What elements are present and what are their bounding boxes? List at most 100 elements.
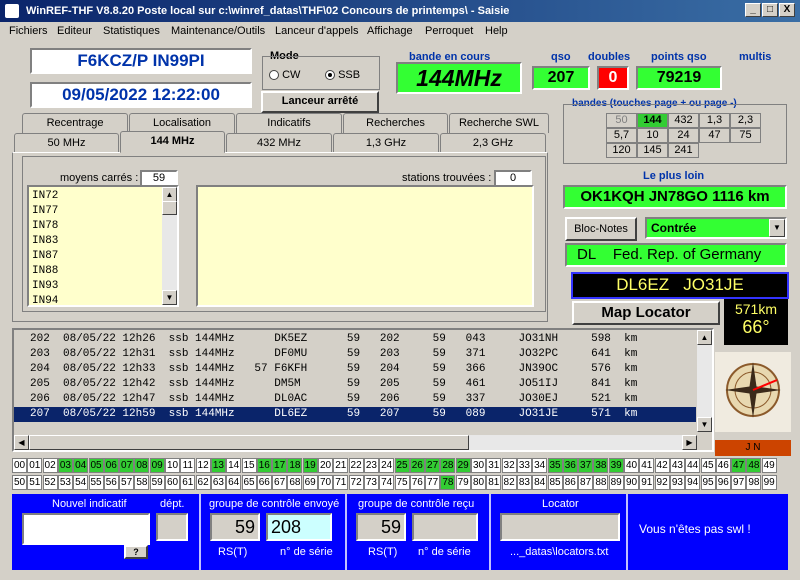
tab-recherches[interactable]: Recherches xyxy=(343,113,448,133)
square-item[interactable]: IN78 xyxy=(32,219,174,234)
number-cell[interactable]: 06 xyxy=(103,458,119,473)
square-item[interactable]: IN83 xyxy=(32,234,174,249)
number-cell[interactable]: 30 xyxy=(471,458,486,473)
log-vscroll[interactable]: ▲ ▼ xyxy=(697,330,712,432)
band-241[interactable]: 241 xyxy=(668,143,699,158)
band-50[interactable]: 50 xyxy=(606,113,637,128)
scroll-left-icon[interactable]: ◀ xyxy=(14,435,29,450)
number-cell[interactable]: 80 xyxy=(471,475,486,490)
band-120[interactable]: 120 xyxy=(606,143,637,158)
squares-scrollbar[interactable]: ▲ ▼ xyxy=(162,187,177,305)
band-1-3[interactable]: 1,3 xyxy=(699,113,730,128)
menu-editeur[interactable]: Editeur xyxy=(57,25,92,37)
number-cell[interactable]: 17 xyxy=(272,458,288,473)
number-cell[interactable]: 36 xyxy=(562,458,578,473)
number-cell[interactable]: 45 xyxy=(700,458,716,473)
tab-indicatifs[interactable]: Indicatifs xyxy=(236,113,342,133)
number-cell[interactable]: 21 xyxy=(333,458,349,473)
help-button[interactable]: ? xyxy=(124,545,148,559)
number-cell[interactable]: 10 xyxy=(165,458,180,473)
number-cell[interactable]: 32 xyxy=(501,458,517,473)
number-cell[interactable]: 11 xyxy=(180,458,196,473)
number-cell[interactable]: 47 xyxy=(731,458,747,473)
number-cell[interactable]: 82 xyxy=(501,475,517,490)
number-cell[interactable]: 43 xyxy=(669,458,685,473)
number-cell[interactable]: 41 xyxy=(639,458,655,473)
number-cell[interactable]: 81 xyxy=(486,475,502,490)
number-cell[interactable]: 85 xyxy=(547,475,563,490)
number-cell[interactable]: 58 xyxy=(134,475,150,490)
number-cell[interactable]: 61 xyxy=(180,475,196,490)
number-cell[interactable]: 77 xyxy=(425,475,441,490)
band-144[interactable]: 144 xyxy=(637,113,668,128)
number-cell[interactable]: 29 xyxy=(455,458,471,473)
squares-list[interactable]: IN72 IN77 IN78 IN83 IN87 IN88 IN93 IN94 ▲ ▼ xyxy=(27,185,179,307)
number-cell[interactable]: 34 xyxy=(532,458,548,473)
number-cell[interactable]: 00 xyxy=(12,458,27,473)
tab-432-mhz[interactable]: 432 MHz xyxy=(226,133,332,153)
number-cell[interactable]: 14 xyxy=(226,458,242,473)
log-row[interactable]: 206 08/05/22 12h47 ssb 144MHz DL0AC 59 2… xyxy=(14,392,696,407)
number-cell[interactable]: 01 xyxy=(27,458,43,473)
maximize-button[interactable]: □ xyxy=(762,3,778,17)
tab-localisation[interactable]: Localisation xyxy=(129,113,235,133)
square-item[interactable]: IN93 xyxy=(32,279,174,294)
number-cell[interactable]: 25 xyxy=(394,458,410,473)
number-cell[interactable]: 22 xyxy=(348,458,364,473)
number-cell[interactable]: 69 xyxy=(302,475,318,490)
number-cell[interactable]: 13 xyxy=(210,458,226,473)
number-cell[interactable]: 76 xyxy=(409,475,425,490)
menu-lanceur[interactable]: Lanceur d'appels xyxy=(275,25,358,37)
number-cell[interactable]: 79 xyxy=(455,475,471,490)
number-cell[interactable]: 86 xyxy=(562,475,578,490)
number-cell[interactable]: 37 xyxy=(578,458,594,473)
number-cell[interactable]: 54 xyxy=(73,475,89,490)
number-cell[interactable]: 65 xyxy=(241,475,257,490)
number-cell[interactable]: 88 xyxy=(593,475,609,490)
number-cell[interactable]: 39 xyxy=(608,458,624,473)
number-cell[interactable]: 42 xyxy=(654,458,670,473)
number-cell[interactable]: 78 xyxy=(440,475,456,490)
dept-field[interactable] xyxy=(156,513,188,541)
number-cell[interactable]: 96 xyxy=(715,475,731,490)
tab-50-mhz[interactable]: 50 MHz xyxy=(14,133,119,153)
number-cell[interactable]: 72 xyxy=(348,475,364,490)
number-cell[interactable]: 16 xyxy=(256,458,272,473)
number-cell[interactable]: 74 xyxy=(379,475,395,490)
number-cell[interactable]: 57 xyxy=(119,475,135,490)
sent-serial[interactable]: 208 xyxy=(266,513,332,541)
menu-help[interactable]: Help xyxy=(485,25,508,37)
number-cell[interactable]: 51 xyxy=(27,475,43,490)
number-cell[interactable]: 04 xyxy=(73,458,89,473)
band-2-3[interactable]: 2,3 xyxy=(730,113,761,128)
square-item[interactable]: IN87 xyxy=(32,249,174,264)
tab-144-mhz[interactable]: 144 MHz xyxy=(120,131,225,153)
number-cell[interactable]: 95 xyxy=(700,475,716,490)
number-cell[interactable]: 70 xyxy=(318,475,333,490)
log-row[interactable]: 207 08/05/22 12h59 ssb 144MHz DL6EZ 59 2… xyxy=(14,407,696,422)
number-cell[interactable]: 89 xyxy=(608,475,624,490)
number-cell[interactable]: 02 xyxy=(42,458,58,473)
band-5-7[interactable]: 5,7 xyxy=(606,128,637,143)
stations-list[interactable] xyxy=(196,185,534,307)
chevron-down-icon[interactable]: ▼ xyxy=(769,219,785,237)
number-cell[interactable]: 38 xyxy=(593,458,609,473)
number-cell[interactable]: 64 xyxy=(226,475,242,490)
contree-select[interactable]: Contrée ▼ xyxy=(645,217,787,239)
number-cell[interactable]: 73 xyxy=(363,475,379,490)
number-cell[interactable]: 63 xyxy=(210,475,226,490)
band-10[interactable]: 10 xyxy=(637,128,668,143)
menu-maintenance[interactable]: Maintenance/Outils xyxy=(171,25,265,37)
square-item[interactable]: IN72 xyxy=(32,189,174,204)
number-cell[interactable]: 28 xyxy=(440,458,456,473)
log-panel[interactable]: 202 08/05/22 12h26 ssb 144MHz DK5EZ 59 2… xyxy=(12,328,714,452)
menu-statistiques[interactable]: Statistiques xyxy=(103,25,160,37)
number-cell[interactable]: 84 xyxy=(532,475,548,490)
tab-recentrage[interactable]: Recentrage xyxy=(22,113,128,133)
log-row[interactable]: 205 08/05/22 12h42 ssb 144MHz DM5M 59 20… xyxy=(14,377,696,392)
number-cell[interactable]: 15 xyxy=(241,458,257,473)
number-cell[interactable]: 55 xyxy=(88,475,104,490)
number-cell[interactable]: 33 xyxy=(516,458,532,473)
number-cell[interactable]: 68 xyxy=(287,475,303,490)
number-cell[interactable]: 20 xyxy=(318,458,333,473)
